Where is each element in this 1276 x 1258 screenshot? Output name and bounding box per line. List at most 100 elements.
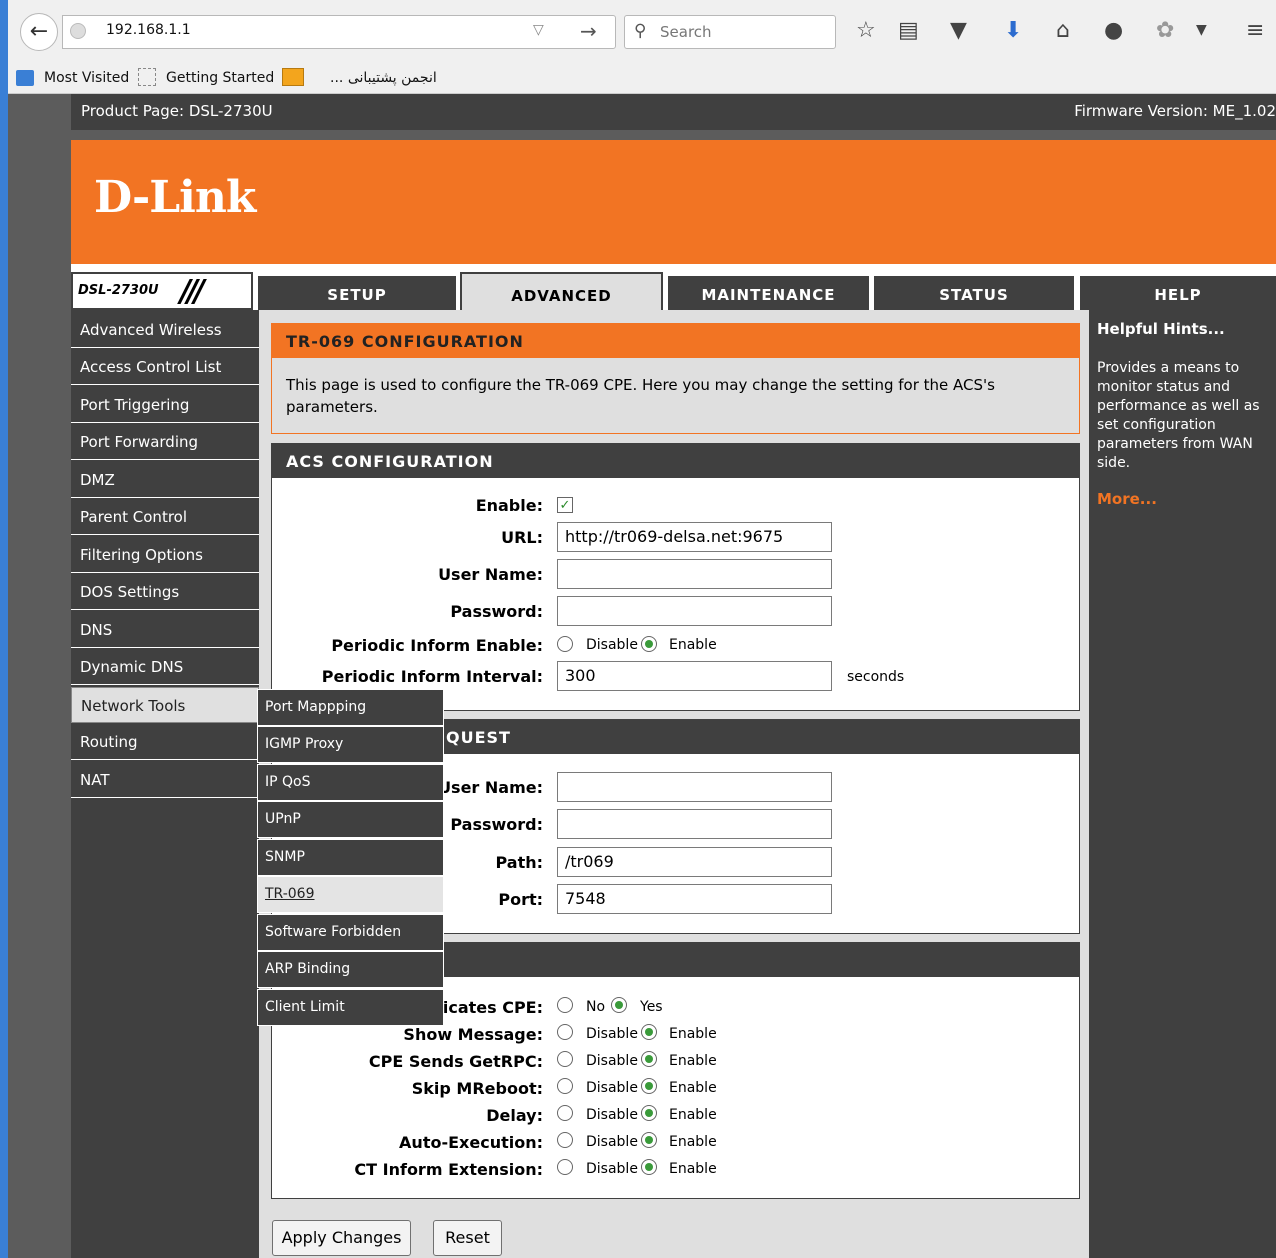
acs-username-label: User Name: xyxy=(438,565,543,584)
submenu-igmp-proxy[interactable]: IGMP Proxy xyxy=(257,726,444,763)
delay-disable-radio[interactable] xyxy=(557,1105,573,1121)
tab-setup[interactable]: SETUP xyxy=(258,276,456,310)
delay-enable-radio[interactable] xyxy=(641,1105,657,1121)
tab-status[interactable]: STATUS xyxy=(874,276,1074,310)
certificates-yes-radio[interactable] xyxy=(611,997,627,1013)
conn-username-input[interactable] xyxy=(557,772,832,802)
model-slashes: /// xyxy=(180,274,205,309)
chevron-down-icon[interactable]: ▼ xyxy=(1196,22,1207,38)
getrpc-disable-radio[interactable] xyxy=(557,1051,573,1067)
sidebar-item-port-triggering[interactable]: Port Triggering xyxy=(71,387,259,423)
getrpc-enable-radio[interactable] xyxy=(641,1051,657,1067)
product-page-text: Product Page: DSL-2730U xyxy=(81,102,273,120)
delay-label: Delay: xyxy=(486,1106,543,1125)
conn-password-input[interactable] xyxy=(557,809,832,839)
sidebar-item-routing[interactable]: Routing xyxy=(71,724,259,760)
skip-mreboot-disable-radio[interactable] xyxy=(557,1078,573,1094)
back-arrow-icon[interactable]: ← xyxy=(20,13,58,51)
url-dropdown-icon[interactable]: ▽ xyxy=(533,22,544,38)
helpful-hints-title: Helpful Hints... xyxy=(1097,320,1225,338)
auto-execution-disable-radio[interactable] xyxy=(557,1132,573,1148)
path-input[interactable]: /tr069 xyxy=(557,847,832,877)
auto-execution-enable-label: Enable xyxy=(669,1134,717,1150)
submenu-tr-069[interactable]: TR-069 xyxy=(257,876,444,913)
ct-inform-enable-radio[interactable] xyxy=(641,1159,657,1175)
submenu-arp-binding[interactable]: ARP Binding xyxy=(257,951,444,988)
most-visited-icon xyxy=(16,70,34,86)
more-link[interactable]: More... xyxy=(1097,490,1157,508)
sidebar-item-filtering-options[interactable]: Filtering Options xyxy=(71,537,259,573)
periodic-disable-label: Disable xyxy=(586,637,638,653)
acs-url-input[interactable]: http://tr069-delsa.net:9675 xyxy=(557,522,832,552)
show-message-disable-radio[interactable] xyxy=(557,1024,573,1040)
search-icon: ⚲ xyxy=(634,21,647,41)
bookmark-most-visited[interactable]: Most Visited xyxy=(44,70,129,86)
connection-request-title-text: QUEST xyxy=(446,728,511,747)
page-title: TR-069 CONFIGURATION xyxy=(272,324,1079,358)
sidebar-item-nat[interactable]: NAT xyxy=(71,762,259,798)
skip-mreboot-enable-radio[interactable] xyxy=(641,1078,657,1094)
sidebar-item-port-forwarding[interactable]: Port Forwarding xyxy=(71,424,259,460)
search-box[interactable] xyxy=(624,15,836,49)
chat-icon[interactable]: ● xyxy=(1104,18,1123,43)
interval-label: Periodic Inform Interval: xyxy=(321,667,543,686)
certificates-yes-label: Yes xyxy=(640,999,663,1015)
getrpc-disable-label: Disable xyxy=(586,1053,638,1069)
sidebar-item-network-tools[interactable]: Network Tools xyxy=(71,687,259,723)
sidebar-item-parent-control[interactable]: Parent Control xyxy=(71,499,259,535)
show-message-enable-label: Enable xyxy=(669,1026,717,1042)
skip-mreboot-label: Skip MReboot: xyxy=(411,1079,543,1098)
menu-icon[interactable]: ≡ xyxy=(1246,18,1264,43)
periodic-enable-radio[interactable] xyxy=(641,636,657,652)
submenu-client-limit[interactable]: Client Limit xyxy=(257,989,444,1026)
port-input[interactable]: 7548 xyxy=(557,884,832,914)
submenu-ip-qos[interactable]: IP QoS xyxy=(257,764,444,801)
addon-icon[interactable]: ✿ xyxy=(1156,18,1174,43)
go-arrow-icon[interactable]: → xyxy=(580,19,597,43)
submenu-snmp[interactable]: SNMP xyxy=(257,839,444,876)
ct-inform-enable-label: Enable xyxy=(669,1161,717,1177)
sidebar-item-dynamic-dns[interactable]: Dynamic DNS xyxy=(71,649,259,685)
submenu-upnp[interactable]: UPnP xyxy=(257,801,444,838)
tab-help[interactable]: HELP xyxy=(1080,276,1276,310)
reading-list-icon[interactable]: ▤ xyxy=(898,18,919,43)
apply-changes-button[interactable]: Apply Changes xyxy=(272,1220,411,1256)
sidebar-item-access-control-list[interactable]: Access Control List xyxy=(71,349,259,385)
show-message-enable-radio[interactable] xyxy=(641,1024,657,1040)
interval-input[interactable]: 300 xyxy=(557,661,832,691)
sidebar-item-dos-settings[interactable]: DOS Settings xyxy=(71,574,259,610)
acs-password-input[interactable] xyxy=(557,596,832,626)
sidebar-item-dmz[interactable]: DMZ xyxy=(71,462,259,498)
helpful-hints-text: Provides a means to monitor status and p… xyxy=(1097,360,1260,471)
acs-password-label: Password: xyxy=(450,602,543,621)
periodic-enable-option-label: Enable xyxy=(669,637,717,653)
home-icon[interactable]: ⌂ xyxy=(1056,18,1070,43)
tab-advanced[interactable]: ADVANCED xyxy=(460,272,663,310)
submenu-port-mapping[interactable]: Port Mappping xyxy=(257,689,444,726)
bookmark-support-forum[interactable]: ... انجمن پشتیبانی xyxy=(330,70,437,86)
auto-execution-enable-radio[interactable] xyxy=(641,1132,657,1148)
reset-button[interactable]: Reset xyxy=(433,1220,502,1256)
sidebar-item-dns[interactable]: DNS xyxy=(71,612,259,648)
rss-icon xyxy=(282,68,304,86)
pocket-icon[interactable]: ▼ xyxy=(950,18,967,43)
header-spacer xyxy=(71,130,1276,140)
ct-inform-disable-radio[interactable] xyxy=(557,1159,573,1175)
download-icon[interactable]: ⬇ xyxy=(1004,18,1022,43)
bookmark-star-icon[interactable]: ☆ xyxy=(856,18,876,43)
sidebar-item-advanced-wireless[interactable]: Advanced Wireless xyxy=(71,312,259,348)
ct-inform-label: CT Inform Extension: xyxy=(354,1160,543,1179)
submenu-software-forbidden[interactable]: Software Forbidden xyxy=(257,914,444,951)
periodic-disable-radio[interactable] xyxy=(557,636,573,652)
tab-maintenance[interactable]: MAINTENANCE xyxy=(668,276,869,310)
intro-panel: TR-069 CONFIGURATION This page is used t… xyxy=(271,323,1080,434)
url-text[interactable]: 192.168.1.1 xyxy=(106,22,191,38)
ct-inform-disable-label: Disable xyxy=(586,1161,638,1177)
acs-username-input[interactable] xyxy=(557,559,832,589)
enable-checkbox[interactable]: ✓ xyxy=(557,497,573,513)
globe-icon xyxy=(70,23,86,39)
certificates-no-radio[interactable] xyxy=(557,997,573,1013)
search-placeholder[interactable]: Search xyxy=(660,23,712,41)
bookmark-getting-started[interactable]: Getting Started xyxy=(166,70,274,86)
periodic-enable-label: Periodic Inform Enable: xyxy=(331,636,543,655)
